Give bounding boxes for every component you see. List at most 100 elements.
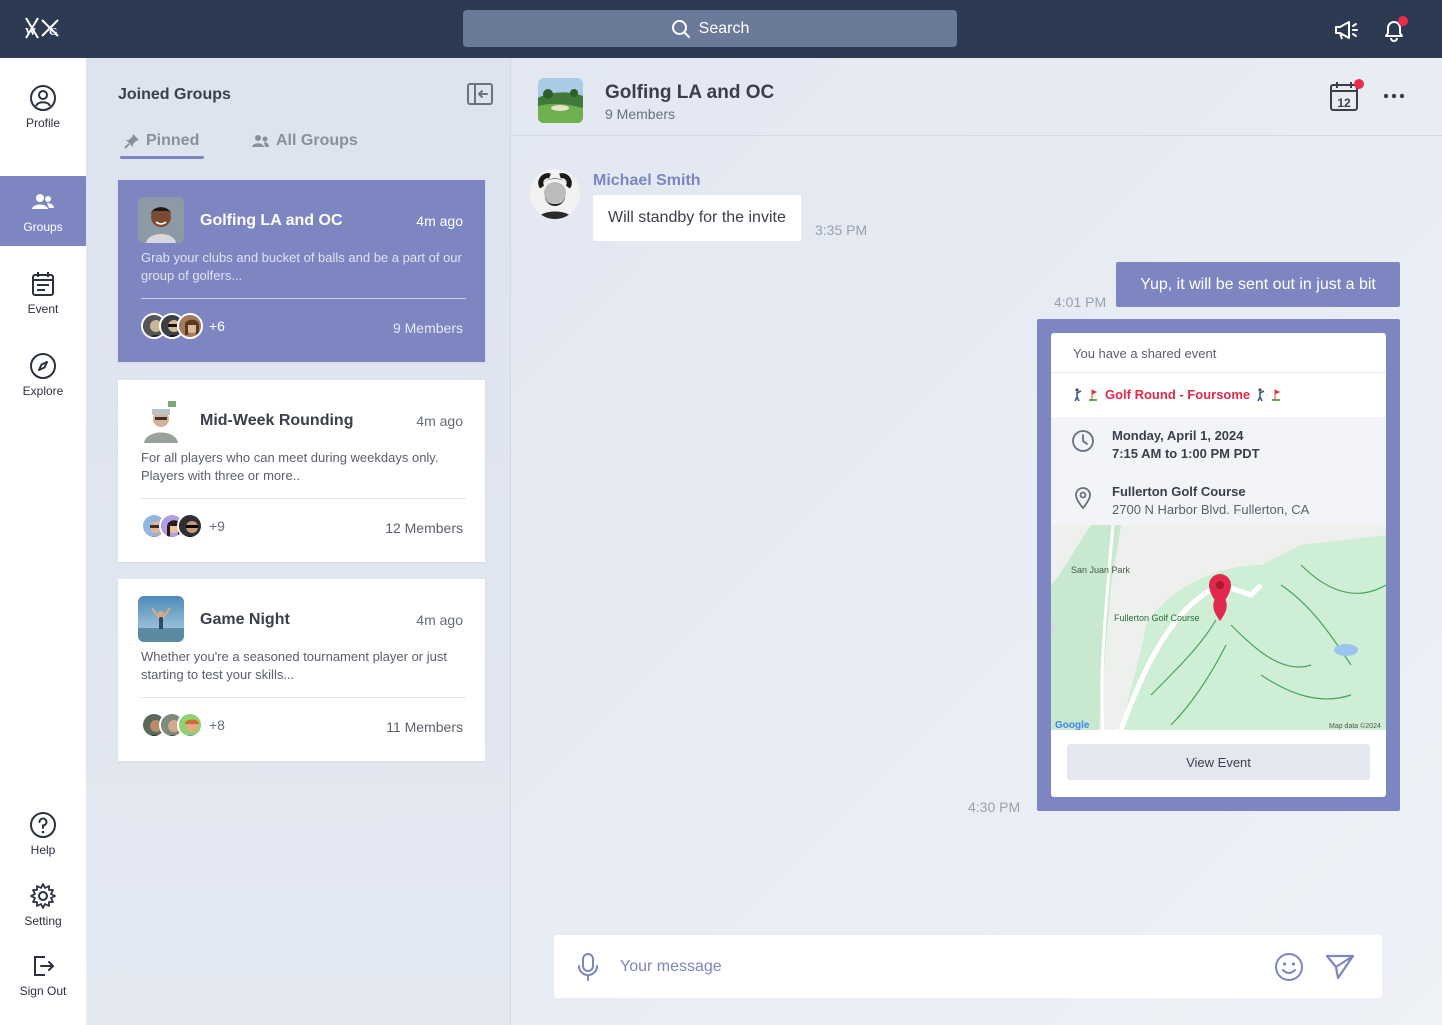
nav-setting-label: Setting <box>24 914 62 928</box>
calendar-notification-dot <box>1354 79 1364 89</box>
group-description: Grab your clubs and bucket of balls and … <box>141 250 462 283</box>
tab-all-groups-label: All Groups <box>276 132 358 149</box>
calendar-day: 12 <box>1337 96 1351 110</box>
view-event-button[interactable]: View Event <box>1067 744 1370 780</box>
event-card: You have a shared event Golf Round - Fou… <box>1051 333 1386 797</box>
event-details: Monday, April 1, 2024 7:15 AM to 1:00 PM… <box>1051 417 1386 525</box>
message-timestamp: 4:30 PM <box>968 799 1021 815</box>
chat-member-count: 9 Members <box>605 106 676 122</box>
incoming-message: Will standby for the invite <box>593 195 801 241</box>
card-divider <box>141 697 466 698</box>
card-divider <box>141 498 466 499</box>
group-name: Mid-Week Rounding <box>200 412 354 429</box>
location-pin-icon <box>1071 486 1095 510</box>
extra-members-count: +9 <box>209 518 225 534</box>
message-composer <box>554 935 1382 998</box>
megaphone-icon[interactable] <box>1332 16 1360 44</box>
group-time: 4m ago <box>416 413 463 429</box>
clock-icon <box>1071 429 1095 453</box>
nav-help[interactable]: Help <box>0 811 86 857</box>
group-description: Whether you're a seasoned tournament pla… <box>141 649 447 682</box>
nav-explore[interactable]: Explore <box>0 352 86 398</box>
tab-pinned[interactable]: Pinned <box>124 132 199 150</box>
event-address: 2700 N Harbor Blvd. Fullerton, CA <box>1112 502 1310 517</box>
outgoing-message: Yup, it will be sent out in just a bit <box>1116 262 1400 307</box>
sender-avatar[interactable] <box>530 169 580 219</box>
group-card-golfing-la-oc[interactable]: Golfing LA and OC 4m ago Grab your clubs… <box>118 180 485 362</box>
group-card-mid-week-rounding[interactable]: Mid-Week Rounding 4m ago For all players… <box>118 380 485 562</box>
sender-name[interactable]: Michael Smith <box>593 172 701 190</box>
group-name: Golfing LA and OC <box>200 212 343 229</box>
member-avatar <box>177 313 203 339</box>
users-icon <box>32 194 54 209</box>
group-description: For all players who can meet during week… <box>141 450 439 483</box>
member-count: 11 Members <box>386 719 463 735</box>
map-credit: Map data ©2024 <box>1329 722 1381 730</box>
nav-profile[interactable]: Profile <box>0 84 86 130</box>
active-tab-indicator <box>120 156 204 159</box>
nav-event-label: Event <box>27 302 59 316</box>
member-avatars: +8 <box>141 712 225 738</box>
left-nav: Profile Groups Event Explore Help Settin… <box>0 58 86 1025</box>
member-count: 12 Members <box>385 520 463 536</box>
emoji-icon[interactable] <box>1273 951 1305 983</box>
chat-title: Golfing LA and OC <box>605 82 775 103</box>
event-card-header: You have a shared event <box>1051 333 1386 373</box>
map-brand: Google <box>1055 720 1090 730</box>
svg-text:G: G <box>49 26 58 38</box>
member-avatars: +6 <box>141 313 225 339</box>
chat-header: Golfing LA and OC 9 Members 12 <box>511 58 1442 136</box>
help-icon <box>30 812 56 838</box>
groups-panel: Joined Groups Pinned All Groups Golfing … <box>86 58 511 1025</box>
group-card-game-night[interactable]: Game Night 4m ago Whether you're a seaso… <box>118 579 485 761</box>
svg-text:W: W <box>25 26 36 38</box>
event-title-text: Golf Round - Foursome <box>1105 387 1251 402</box>
collapse-panel-icon[interactable] <box>466 82 494 106</box>
group-avatar <box>138 197 184 243</box>
nav-setting[interactable]: Setting <box>0 882 86 928</box>
search-icon <box>671 19 690 38</box>
event-date: Monday, April 1, 2024 <box>1112 428 1244 443</box>
gear-icon <box>30 883 56 909</box>
nav-groups[interactable]: Groups <box>0 176 86 246</box>
chat-group-avatar[interactable] <box>538 78 583 123</box>
group-avatar <box>138 596 184 642</box>
event-time-range: 7:15 AM to 1:00 PM PDT <box>1112 446 1260 461</box>
nav-event[interactable]: Event <box>0 270 86 316</box>
golfer-icon <box>1257 387 1281 401</box>
app-logo[interactable]: W G <box>22 14 64 44</box>
send-icon[interactable] <box>1324 952 1356 982</box>
map-label-course: Fullerton Golf Course <box>1114 613 1200 623</box>
tab-pinned-label: Pinned <box>146 132 200 149</box>
extra-members-count: +6 <box>209 318 225 334</box>
nav-groups-label: Groups <box>23 220 63 234</box>
more-options-icon[interactable] <box>1383 86 1405 106</box>
nav-profile-label: Profile <box>25 116 60 130</box>
message-timestamp: 4:01 PM <box>1054 294 1107 310</box>
card-divider <box>141 298 466 299</box>
nav-explore-label: Explore <box>22 384 64 398</box>
user-circle-icon <box>30 85 56 111</box>
nav-help-label: Help <box>30 843 56 857</box>
event-venue: Fullerton Golf Course <box>1112 484 1246 499</box>
event-title[interactable]: Golf Round - Foursome <box>1073 387 1282 402</box>
nav-sign-out[interactable]: Sign Out <box>0 952 86 998</box>
group-avatar <box>138 397 184 443</box>
microphone-icon[interactable] <box>574 952 602 982</box>
member-count: 9 Members <box>392 320 463 336</box>
message-input[interactable] <box>620 951 1240 983</box>
nav-sign-out-label: Sign Out <box>19 984 67 998</box>
group-time: 4m ago <box>416 213 463 229</box>
top-bar: W G Search <box>0 0 1442 58</box>
group-name: Game Night <box>200 611 290 628</box>
notification-dot <box>1398 16 1408 26</box>
shared-event-message: You have a shared event Golf Round - Fou… <box>1037 319 1400 811</box>
pin-icon <box>124 134 139 149</box>
message-timestamp: 3:35 PM <box>815 222 868 238</box>
search-bar[interactable]: Search <box>463 10 957 47</box>
tab-all-groups[interactable]: All Groups <box>252 132 358 150</box>
member-avatar <box>177 513 203 539</box>
event-map[interactable]: San Juan Park Fullerton Golf Course Goog… <box>1051 524 1386 731</box>
search-label: Search <box>698 19 750 37</box>
extra-members-count: +8 <box>209 717 225 733</box>
